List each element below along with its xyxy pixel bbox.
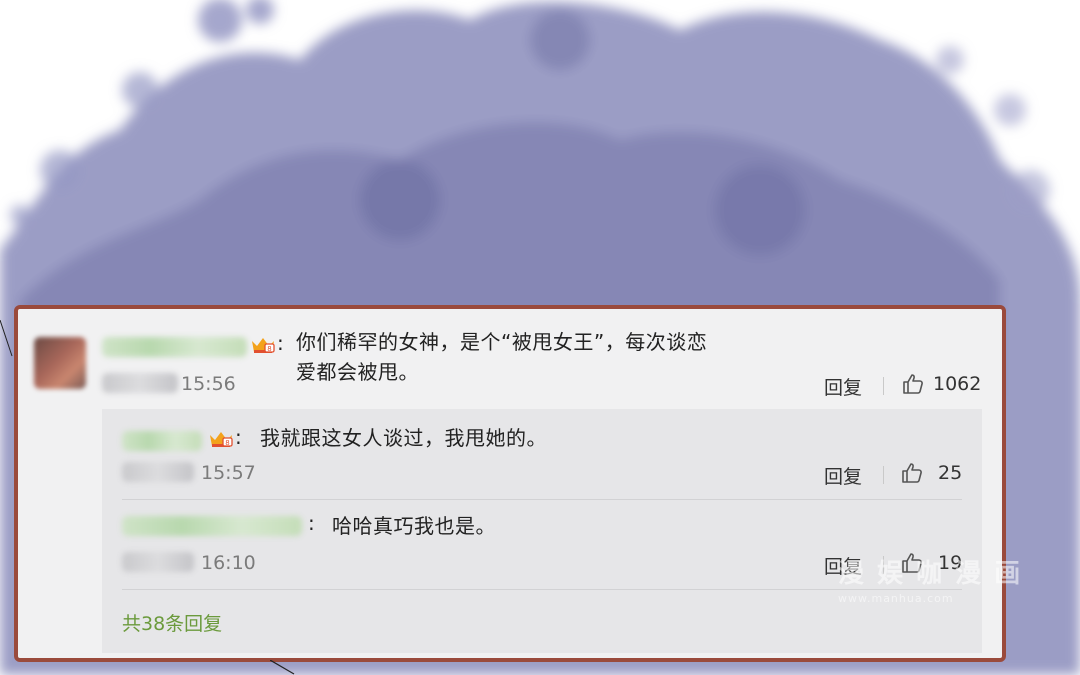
vip-crown-icon: 8 (252, 338, 275, 353)
thumbs-up-icon[interactable] (901, 372, 925, 396)
svg-text:8: 8 (225, 439, 229, 447)
reply-username-blurred[interactable] (122, 431, 202, 451)
date-blurred (102, 373, 178, 393)
like-count: 1062 (933, 373, 982, 395)
comment-text: 你们稀罕的女神，是个“被甩女王”，每次谈恋 爱都会被甩。 (296, 327, 707, 387)
vip-crown-icon: 8 (210, 432, 233, 447)
separator (883, 466, 884, 484)
comment-text-line2: 爱都会被甩。 (296, 360, 419, 384)
reply-button[interactable]: 回复 (824, 373, 862, 400)
reply-text: 哈哈真巧我也是。 (332, 514, 496, 538)
watermark-logo: 漫 娱 咖 漫 画 www.manhua.com (838, 559, 1023, 605)
more-replies-link[interactable]: 共38条回复 (122, 609, 222, 636)
decorative-stroke (0, 320, 13, 357)
reply-username-blurred[interactable] (122, 516, 302, 536)
username-blurred[interactable] (102, 337, 247, 357)
colon: : (235, 425, 242, 449)
reply-time: 16:10 (201, 552, 256, 574)
colon: : (277, 331, 284, 355)
reply-text: 我就跟这女人谈过，我甩她的。 (260, 426, 547, 450)
reply-time: 15:57 (201, 462, 256, 484)
comment-time: 15:56 (181, 373, 236, 395)
comment-text-line1: 你们稀罕的女神，是个“被甩女王”，每次谈恋 (296, 330, 708, 354)
like-count: 25 (938, 462, 963, 484)
thumbs-up-icon[interactable] (900, 461, 924, 485)
reply-button[interactable]: 回复 (824, 462, 862, 489)
colon: : (308, 511, 315, 535)
date-blurred (122, 462, 194, 482)
decorative-stroke (270, 660, 295, 675)
divider (122, 499, 962, 500)
date-blurred (122, 552, 194, 572)
svg-text:8: 8 (267, 345, 271, 353)
divider (122, 589, 962, 590)
avatar[interactable] (34, 337, 86, 389)
separator (883, 377, 884, 395)
